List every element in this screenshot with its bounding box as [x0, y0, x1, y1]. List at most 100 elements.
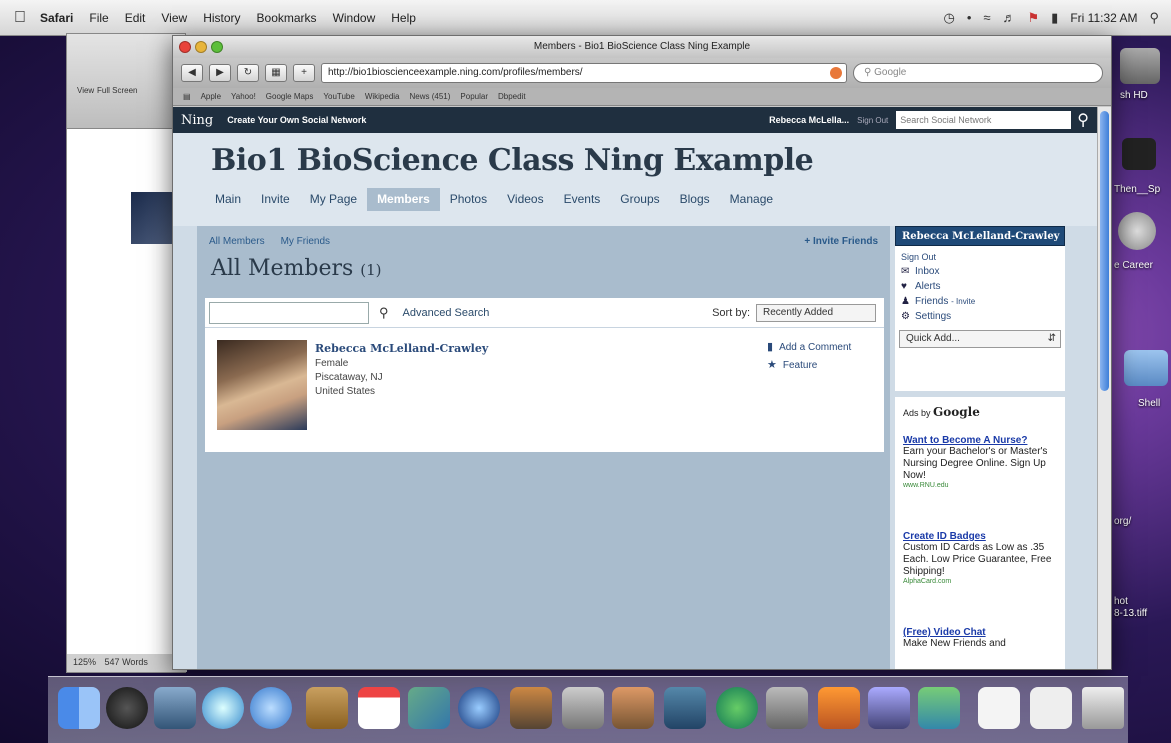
snapback-button[interactable]: ▦: [265, 64, 287, 82]
zoom-button[interactable]: [211, 41, 223, 53]
bookmark-popular[interactable]: Popular: [460, 92, 488, 101]
mail-icon[interactable]: [154, 687, 196, 729]
presentation-icon[interactable]: [818, 687, 860, 729]
tab-main[interactable]: Main: [205, 188, 251, 211]
bookmark-dbpedit[interactable]: Dbpedit: [498, 92, 526, 101]
spaces-icon[interactable]: [664, 687, 706, 729]
menu-clock[interactable]: Fri 11:32 AM: [1070, 11, 1137, 25]
bookmark-wikipedia[interactable]: Wikipedia: [365, 92, 400, 101]
vertical-scrollbar[interactable]: [1097, 107, 1111, 669]
member-search-icon[interactable]: ⚲: [379, 305, 389, 321]
numbers-icon[interactable]: [918, 687, 960, 729]
add-comment-link[interactable]: ▮ Add a Comment: [767, 340, 851, 353]
url-text[interactable]: http://bio1bioscienceexample.ning.com/pr…: [328, 67, 583, 78]
full-screen-button[interactable]: Full Screen: [97, 86, 137, 95]
hard-drive-icon[interactable]: [1120, 48, 1160, 84]
top-sign-out-link[interactable]: Sign Out: [857, 116, 888, 125]
photo-booth-icon[interactable]: [510, 687, 552, 729]
menu-file[interactable]: File: [89, 11, 108, 25]
menu-window[interactable]: Window: [333, 11, 376, 25]
tab-groups[interactable]: Groups: [610, 188, 669, 211]
social-network-search-input[interactable]: Search Social Network: [896, 111, 1072, 129]
minimize-button[interactable]: [195, 41, 207, 53]
avatar[interactable]: [217, 340, 307, 430]
forward-button[interactable]: ▶: [209, 64, 231, 82]
my-friends-link[interactable]: My Friends: [281, 236, 330, 247]
tab-events[interactable]: Events: [554, 188, 611, 211]
ad-title-link[interactable]: Create ID Badges: [903, 531, 1057, 542]
documents-stack-icon[interactable]: [978, 687, 1020, 729]
site-title[interactable]: Bio1 BioScience Class Ning Example: [211, 143, 1097, 178]
address-book-icon[interactable]: [306, 687, 348, 729]
sidebar-item-settings[interactable]: ⚙ Settings: [895, 309, 1065, 324]
trash-icon[interactable]: [1082, 687, 1124, 729]
bookmark-apple[interactable]: Apple: [201, 92, 221, 101]
create-network-link[interactable]: Create Your Own Social Network: [227, 115, 366, 125]
ad-title-link[interactable]: Want to Become A Nurse?: [903, 435, 1057, 446]
spotlight-icon[interactable]: ⚲: [1149, 10, 1159, 26]
scrollbar-thumb[interactable]: [1100, 111, 1109, 391]
menu-view[interactable]: View: [161, 11, 187, 25]
close-button[interactable]: [179, 41, 191, 53]
document-icon[interactable]: [1122, 138, 1156, 170]
battery-icon[interactable]: ▮: [1051, 10, 1058, 26]
menu-help[interactable]: Help: [391, 11, 416, 25]
system-preferences-icon[interactable]: [766, 687, 808, 729]
iphoto-icon[interactable]: [408, 687, 450, 729]
script-editor-icon[interactable]: [868, 687, 910, 729]
volume-icon[interactable]: ♬: [1003, 10, 1016, 25]
ads-by-google[interactable]: Ads by Google: [903, 405, 1057, 419]
finder-icon[interactable]: [58, 687, 100, 729]
safari-icon[interactable]: [202, 687, 244, 729]
sidebar-sign-out[interactable]: Sign Out: [895, 246, 1065, 264]
menu-edit[interactable]: Edit: [125, 11, 146, 25]
invite-friends-link[interactable]: + Invite Friends: [804, 236, 878, 247]
address-bar[interactable]: http://bio1bioscienceexample.ning.com/pr…: [321, 63, 847, 83]
downloads-stack-icon[interactable]: [1030, 687, 1072, 729]
ical-icon[interactable]: [358, 687, 400, 729]
friends-invite-link[interactable]: - Invite: [951, 297, 975, 306]
garageband-icon[interactable]: [612, 687, 654, 729]
desktop-label-hd[interactable]: sh HD: [1120, 90, 1148, 101]
quick-add-select[interactable]: Quick Add... ⇵: [899, 330, 1061, 348]
wifi-icon[interactable]: ≈: [983, 10, 990, 25]
desktop-label-org[interactable]: org/: [1114, 516, 1131, 527]
menu-history[interactable]: History: [203, 11, 240, 25]
desktop-label-tiff[interactable]: 8-13.tiff: [1114, 608, 1147, 619]
bookmark-yahoo[interactable]: Yahoo!: [231, 92, 256, 101]
tab-videos[interactable]: Videos: [497, 188, 553, 211]
bookmark-news[interactable]: News (451): [410, 92, 451, 101]
tab-manage[interactable]: Manage: [720, 188, 783, 211]
time-machine-icon[interactable]: [716, 687, 758, 729]
ad-url[interactable]: AlphaCard.com: [903, 578, 1057, 585]
folder-icon[interactable]: [1124, 350, 1168, 386]
tab-blogs[interactable]: Blogs: [670, 188, 720, 211]
desktop-label-shell[interactable]: Shell: [1138, 398, 1160, 409]
feature-link[interactable]: ★ Feature: [767, 358, 817, 371]
tab-invite[interactable]: Invite: [251, 188, 300, 211]
ad-title-link[interactable]: (Free) Video Chat: [903, 627, 1057, 638]
desktop-label-hot[interactable]: hot: [1114, 596, 1128, 607]
bookmark-google-maps[interactable]: Google Maps: [266, 92, 314, 101]
ad-url[interactable]: www.RNU.edu: [903, 482, 1057, 489]
background-document-window[interactable]: View Full Screen 125% 547 Words: [66, 33, 191, 673]
apple-menu-icon[interactable]: : [0, 9, 40, 27]
bookmark-youtube[interactable]: YouTube: [323, 92, 354, 101]
add-bookmark-button[interactable]: +: [293, 64, 315, 82]
google-search-field[interactable]: ⚲ Google: [853, 63, 1103, 83]
sidebar-item-alerts[interactable]: ♥ Alerts: [895, 279, 1065, 294]
menu-safari[interactable]: Safari: [40, 11, 73, 25]
all-members-link[interactable]: All Members: [209, 236, 265, 247]
view-button[interactable]: View: [77, 86, 94, 95]
window-titlebar[interactable]: Members - Bio1 BioScience Class Ning Exa…: [173, 36, 1111, 58]
tab-photos[interactable]: Photos: [440, 188, 497, 211]
member-name-link[interactable]: Rebecca McLelland-Crawley: [315, 342, 488, 355]
bookmarks-toggle-icon[interactable]: ▤: [183, 92, 191, 101]
advanced-search-link[interactable]: Advanced Search: [403, 307, 490, 319]
search-icon[interactable]: ⚲: [1077, 110, 1089, 130]
imovie-icon[interactable]: [562, 687, 604, 729]
disc-icon[interactable]: [1118, 212, 1156, 250]
ichat-icon[interactable]: [250, 687, 292, 729]
sidebar-item-friends[interactable]: ♟ Friends - Invite: [895, 294, 1065, 309]
itunes-icon[interactable]: [458, 687, 500, 729]
